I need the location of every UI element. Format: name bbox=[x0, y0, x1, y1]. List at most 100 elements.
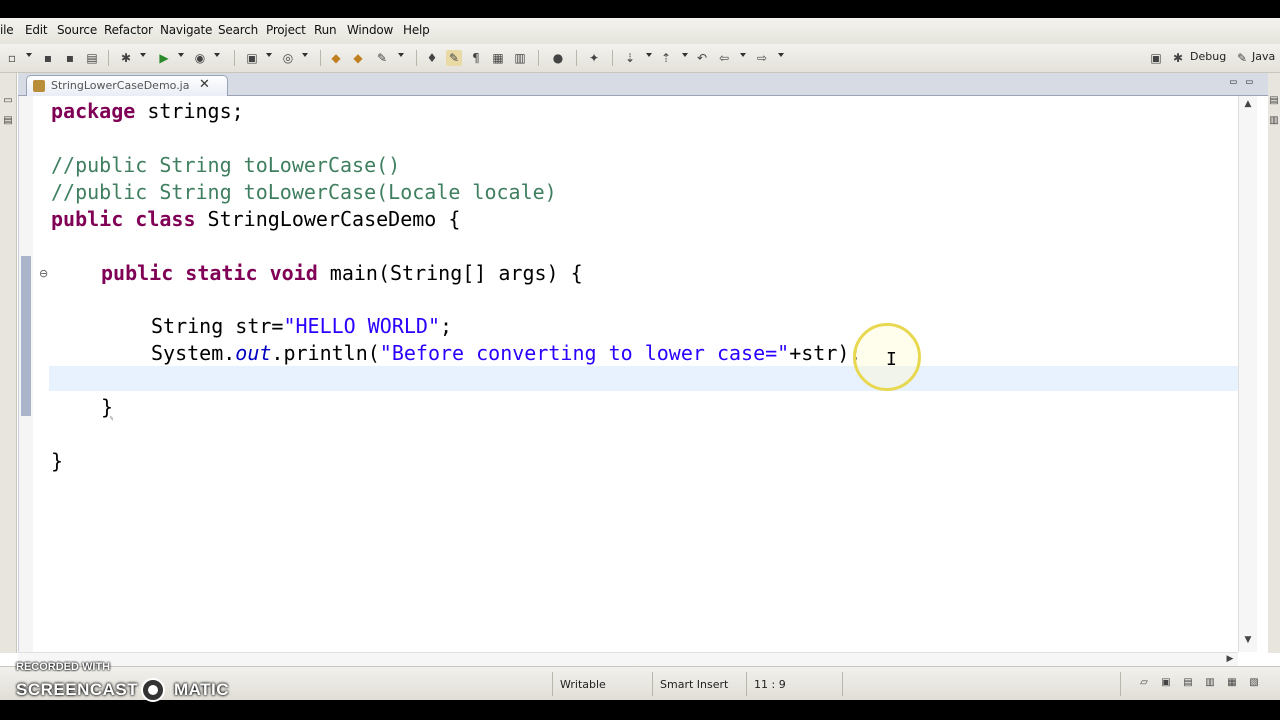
static-field: out bbox=[235, 341, 272, 365]
code-text: +str); bbox=[789, 341, 862, 365]
debug-icon[interactable]: ✱ bbox=[118, 50, 134, 66]
new-class-dropdown-icon[interactable] bbox=[302, 53, 308, 57]
keyword: package bbox=[51, 99, 136, 123]
new-class-icon[interactable]: ◎ bbox=[280, 50, 296, 66]
new-dropdown-icon[interactable] bbox=[26, 53, 32, 57]
declaration-icon[interactable]: ▥ bbox=[1202, 675, 1218, 691]
back-icon[interactable]: ⇦ bbox=[716, 50, 732, 66]
code-editor[interactable]: ⊖ package strings; //public String toLow… bbox=[18, 96, 1239, 652]
java-perspective-icon[interactable]: ✎ bbox=[1234, 50, 1250, 66]
ruler-highlight bbox=[21, 256, 31, 416]
next-annotation-dropdown-icon[interactable] bbox=[646, 53, 652, 57]
pin-icon[interactable]: ✦ bbox=[586, 50, 602, 66]
status-separator bbox=[552, 672, 553, 696]
restore-view-icon[interactable]: ▭ bbox=[0, 93, 16, 109]
menu-edit[interactable]: Edit bbox=[25, 23, 48, 37]
code-line-5: public class StringLowerCaseDemo { bbox=[51, 206, 460, 232]
toggle-mark-occurrences-icon[interactable]: ✎ bbox=[446, 50, 462, 66]
new-project-dropdown-icon[interactable] bbox=[266, 53, 272, 57]
package-explorer-icon[interactable]: ▤ bbox=[0, 113, 16, 129]
menu-help[interactable]: Help bbox=[403, 23, 430, 37]
toolbar-separator bbox=[538, 50, 539, 66]
external-tools-dropdown-icon[interactable] bbox=[214, 53, 220, 57]
toggle-block-selection-icon[interactable]: ¶ bbox=[468, 50, 484, 66]
menu-source[interactable]: Source bbox=[57, 23, 97, 37]
vertical-scrollbar[interactable]: ▲ ▼ bbox=[1238, 96, 1257, 652]
progress-icon[interactable]: ▧ bbox=[1246, 675, 1262, 691]
code-line-9: String str="HELLO WORLD"; bbox=[151, 313, 452, 339]
last-edit-location-icon[interactable]: ↶ bbox=[694, 50, 710, 66]
new-java-project-icon[interactable]: ▣ bbox=[244, 50, 260, 66]
code-line-12: } bbox=[101, 395, 114, 419]
back-dropdown-icon[interactable] bbox=[740, 53, 746, 57]
problems-icon[interactable]: ▣ bbox=[1158, 675, 1174, 691]
code-line-14: } bbox=[51, 449, 64, 473]
debug-dropdown-icon[interactable] bbox=[140, 53, 146, 57]
writable-status: Writable bbox=[560, 678, 606, 691]
external-tools-icon[interactable]: ◉ bbox=[192, 50, 208, 66]
save-icon[interactable]: ▪ bbox=[40, 50, 56, 66]
code-text: strings; bbox=[135, 99, 244, 123]
screencast-brand-right: MATIC bbox=[174, 680, 230, 699]
console-icon[interactable]: ▦ bbox=[1224, 675, 1240, 691]
show-whitespace-icon[interactable]: ▦ bbox=[490, 50, 506, 66]
open-task-icon[interactable]: ◆ bbox=[350, 50, 366, 66]
screencast-brand-left: SCREENCAST bbox=[16, 680, 139, 699]
task-list-icon[interactable]: ▥ bbox=[1266, 113, 1280, 129]
previous-annotation-icon[interactable]: ⇡ bbox=[658, 50, 674, 66]
toolbar-separator bbox=[320, 50, 321, 66]
minimize-icon[interactable]: ▭ bbox=[1230, 75, 1237, 88]
forward-dropdown-icon[interactable] bbox=[778, 53, 784, 57]
run-icon[interactable]: ▶ bbox=[156, 50, 172, 66]
menu-refactor[interactable]: Refactor bbox=[104, 23, 153, 37]
toolbar-separator bbox=[416, 50, 417, 66]
editor-tab-row: StringLowerCaseDemo.ja ✕ ▭ ▭ bbox=[18, 73, 1268, 96]
menu-project[interactable]: Project bbox=[266, 23, 306, 37]
menu-window[interactable]: Window bbox=[347, 23, 393, 37]
debug-perspective-label[interactable]: Debug bbox=[1190, 50, 1226, 63]
run-dropdown-icon[interactable] bbox=[178, 53, 184, 57]
forward-icon[interactable]: ⇨ bbox=[754, 50, 770, 66]
open-type-icon[interactable]: ◆ bbox=[328, 50, 344, 66]
status-separator bbox=[746, 672, 747, 696]
javadoc-icon[interactable]: ▤ bbox=[1180, 675, 1196, 691]
previous-annotation-dropdown-icon[interactable] bbox=[682, 53, 688, 57]
keyword: public static void bbox=[101, 261, 318, 285]
current-line-highlight bbox=[49, 366, 1239, 391]
menu-file[interactable]: ile bbox=[0, 23, 14, 37]
code-text: ; bbox=[440, 314, 453, 338]
screencast-logo-icon bbox=[141, 678, 165, 702]
keyword: public class bbox=[51, 207, 196, 231]
menu-search[interactable]: Search bbox=[218, 23, 258, 37]
toggle-breadcrumb-icon[interactable]: ♦ bbox=[424, 50, 440, 66]
menu-run[interactable]: Run bbox=[314, 23, 337, 37]
open-perspective-icon[interactable]: ▣ bbox=[1148, 50, 1164, 66]
next-annotation-icon[interactable]: ⇣ bbox=[622, 50, 638, 66]
java-perspective-label[interactable]: Java bbox=[1252, 50, 1275, 63]
toggle-java-element-icon[interactable]: ▥ bbox=[512, 50, 528, 66]
save-all-icon[interactable]: ▪ bbox=[62, 50, 78, 66]
editor-left-ruler bbox=[19, 96, 33, 652]
print-icon[interactable]: ▤ bbox=[84, 50, 100, 66]
cursor-position-status: 11 : 9 bbox=[754, 678, 786, 691]
horizontal-scrollbar[interactable]: ▶ bbox=[18, 652, 1238, 667]
left-trim-bar: ▭ ▤ bbox=[0, 73, 17, 653]
close-icon[interactable]: ✕ bbox=[199, 77, 210, 92]
code-text: String str= bbox=[151, 314, 284, 338]
menu-navigate[interactable]: Navigate bbox=[160, 23, 212, 37]
editor-tab[interactable]: StringLowerCaseDemo.ja ✕ bbox=[26, 75, 228, 96]
new-icon[interactable]: ▫ bbox=[4, 50, 20, 66]
toolbar-separator bbox=[234, 50, 235, 66]
outline-icon[interactable]: ▤ bbox=[1266, 93, 1280, 109]
scroll-right-icon[interactable]: ▶ bbox=[1222, 651, 1238, 667]
fold-collapse-icon[interactable]: ⊖ bbox=[39, 267, 48, 280]
debug-perspective-icon[interactable]: ✱ bbox=[1170, 50, 1186, 66]
scroll-up-icon[interactable]: ▲ bbox=[1240, 96, 1256, 112]
search-icon[interactable]: ✎ bbox=[374, 50, 390, 66]
fast-view-icon[interactable]: ▱ bbox=[1136, 675, 1152, 691]
skip-breakpoints-icon[interactable]: ● bbox=[550, 50, 566, 66]
maximize-icon[interactable]: ▭ bbox=[1246, 75, 1253, 88]
search-dropdown-icon[interactable] bbox=[398, 53, 404, 57]
right-trim-bar: ▤ ▥ bbox=[1268, 73, 1280, 653]
scroll-down-icon[interactable]: ▼ bbox=[1240, 632, 1256, 648]
